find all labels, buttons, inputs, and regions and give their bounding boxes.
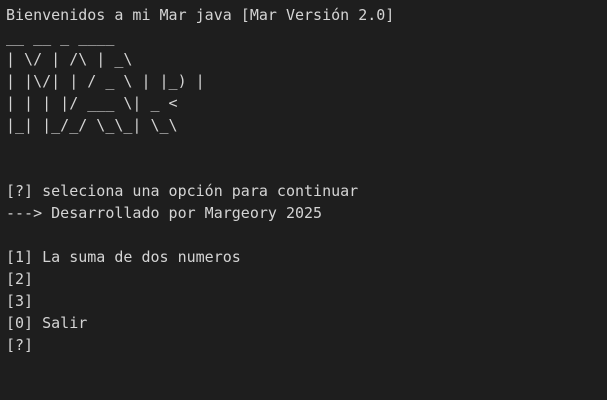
- ascii-banner-line-5: |_| |_/_/ \_\_| \_\: [6, 116, 178, 134]
- developer-credit: ---> Desarrollado por Margeory 2025: [6, 204, 323, 222]
- welcome-title: Bienvenidos a mi Mar java [Mar Versión 2…: [6, 6, 395, 24]
- select-option-prompt: [?] seleciona una opción para continuar: [6, 182, 359, 200]
- terminal-output[interactable]: Bienvenidos a mi Mar java [Mar Versión 2…: [0, 0, 607, 400]
- ascii-banner-line-4: | | | |/ ___ \| _ <: [6, 94, 178, 112]
- menu-option-3: [3]: [6, 292, 34, 310]
- ascii-banner-line-2: | \/ | /\ | _\: [6, 50, 133, 68]
- ascii-banner-line-1: __ __ _ ____: [6, 28, 115, 46]
- input-prompt[interactable]: [?]: [6, 334, 607, 356]
- menu-option-2: [2]: [6, 270, 34, 288]
- menu-option-exit: [0] Salir: [6, 314, 88, 332]
- ascii-banner-line-3: | |\/| | / _ \ | |_) |: [6, 72, 205, 90]
- menu-option-1: [1] La suma de dos numeros: [6, 248, 241, 266]
